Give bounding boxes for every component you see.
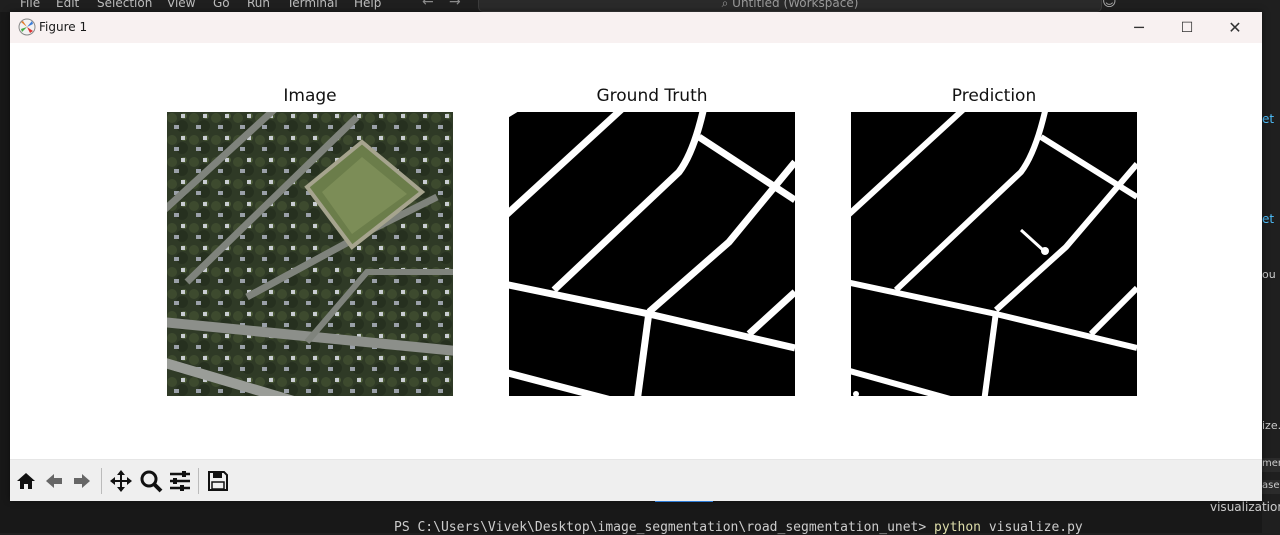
copilot-icon[interactable]: ☺	[1102, 0, 1117, 10]
menu-run[interactable]: Run	[247, 0, 270, 10]
home-icon[interactable]	[12, 467, 40, 495]
back-icon[interactable]	[40, 467, 68, 495]
ide-forward-arrow-icon[interactable]: →	[449, 0, 461, 10]
matplotlib-app-icon	[18, 18, 36, 36]
subplot-title-image: Image	[283, 86, 337, 106]
navigation-toolbar	[10, 459, 1262, 501]
menu-file[interactable]: File	[20, 0, 40, 10]
panel-tab[interactable]: men	[1262, 458, 1280, 472]
explorer-item[interactable]: visualization	[1210, 500, 1280, 514]
zoom-icon[interactable]	[137, 467, 165, 495]
ide-activity-bar	[0, 12, 10, 533]
aerial-image	[167, 112, 453, 396]
menu-terminal[interactable]: Terminal	[287, 0, 338, 10]
subplot-title-prediction: Prediction	[951, 86, 1037, 106]
ide-right-panel: et et ou ize.p men ase	[1262, 12, 1280, 533]
minimize-button[interactable]: ─	[1116, 12, 1162, 43]
maximize-button[interactable]: ☐	[1164, 12, 1210, 43]
code-fragment: et	[1262, 212, 1275, 226]
figure-canvas[interactable]: Image Ground Truth Prediction	[10, 43, 1262, 459]
menu-edit[interactable]: Edit	[56, 0, 79, 10]
pan-icon[interactable]	[107, 467, 135, 495]
menu-go[interactable]: Go	[213, 0, 230, 10]
ide-menubar: File Edit Selection View Go Run Terminal…	[0, 0, 1280, 12]
search-icon: ⌕	[721, 0, 733, 10]
menu-view[interactable]: View	[167, 0, 195, 10]
prediction-mask	[851, 112, 1137, 396]
ground-truth-mask	[509, 112, 795, 396]
panel-tab[interactable]: ase	[1262, 480, 1280, 494]
forward-icon[interactable]	[68, 467, 96, 495]
ide-command-center[interactable]: ⌕ Untitled (Workspace)	[478, 0, 1102, 12]
toolbar-separator	[198, 468, 199, 494]
code-fragment: ize.p	[1262, 419, 1280, 432]
menu-help[interactable]: Help	[354, 0, 381, 10]
code-fragment: et	[1262, 112, 1275, 126]
title-bar[interactable]: Figure 1 ─ ☐ ✕	[10, 12, 1262, 43]
workspace-name: Untitled (Workspace)	[732, 0, 859, 10]
menu-selection[interactable]: Selection	[97, 0, 152, 10]
ide-back-arrow-icon[interactable]: ←	[422, 0, 434, 10]
save-icon[interactable]	[204, 467, 232, 495]
close-button[interactable]: ✕	[1212, 12, 1258, 43]
configure-subplots-icon[interactable]	[166, 467, 194, 495]
subplot-title-ground-truth: Ground Truth	[596, 86, 708, 106]
figure-window: Figure 1 ─ ☐ ✕ Image Ground Truth Predic…	[10, 12, 1262, 501]
window-title: Figure 1	[39, 20, 88, 34]
toolbar-separator	[101, 468, 102, 494]
code-fragment: ou	[1262, 268, 1276, 281]
